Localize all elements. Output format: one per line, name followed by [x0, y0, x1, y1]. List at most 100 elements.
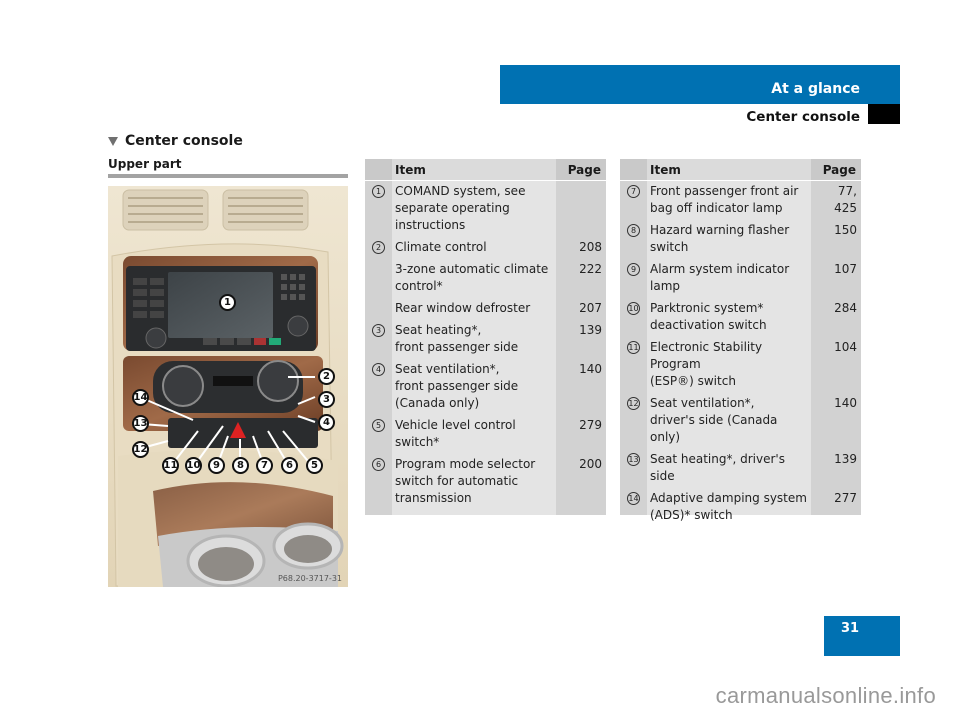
figure-code: P68.20-3717-31	[277, 574, 342, 583]
callout-10: 10	[185, 457, 202, 474]
callout-3: 3	[318, 391, 335, 408]
callout-5: 5	[306, 457, 323, 474]
row-number: 13	[620, 451, 647, 485]
table-row: 13 Seat heating*, driver's side 139	[620, 451, 861, 490]
row-item: Seat ventilation*, driver's side (Canada…	[650, 396, 778, 444]
row-number: 9	[620, 261, 647, 295]
circled-number-icon: 8	[627, 224, 640, 237]
header-item: Item	[650, 163, 681, 177]
circled-number-icon: 14	[627, 492, 640, 505]
table-row: 8 Hazard warning flasher switch 150	[620, 222, 861, 261]
header-item: Item	[395, 163, 426, 177]
table-row: 11 Electronic Stability Program (ESP®) sw…	[620, 339, 861, 395]
row-page: 104	[834, 340, 857, 354]
table-row: 3 Seat heating*, front passenger side 139	[365, 322, 606, 361]
row-page: 277	[834, 491, 857, 505]
row-item: Front passenger front air bag off indica…	[650, 184, 799, 215]
row-item: 3-zone automatic climate control*	[395, 262, 549, 293]
callout-9: 9	[208, 457, 225, 474]
circled-number-icon: 13	[627, 453, 640, 466]
table-row: Rear window defroster 207	[365, 300, 606, 322]
row-item: Vehicle level control switch*	[395, 418, 516, 449]
circled-number-icon: 11	[627, 341, 640, 354]
row-number: 2	[365, 239, 392, 256]
row-page: 222	[579, 262, 602, 276]
circled-number-icon: 6	[372, 458, 385, 471]
circled-number-icon: 3	[372, 324, 385, 337]
row-item: Hazard warning flasher switch	[650, 223, 790, 254]
row-item: Parktronic system* deactivation switch	[650, 301, 767, 332]
table-row: 1 COMAND system, see separate operating i…	[365, 183, 606, 239]
row-item: Electronic Stability Program (ESP®) swit…	[650, 340, 763, 388]
row-item: COMAND system, see separate operating in…	[395, 184, 526, 232]
table-row: 3-zone automatic climate control* 222	[365, 261, 606, 300]
circled-number-icon: 4	[372, 363, 385, 376]
row-item: Seat heating*, front passenger side	[395, 323, 519, 354]
row-number: 1	[365, 183, 392, 234]
table-row: 10 Parktronic system* deactivation switch…	[620, 300, 861, 339]
row-number: 14	[620, 490, 647, 524]
table-row: 4 Seat ventilation*, front passenger side…	[365, 361, 606, 417]
row-page: 139	[579, 323, 602, 337]
subsection-rule	[108, 174, 348, 178]
callout-1: 1	[219, 294, 236, 311]
row-item: Program mode selector switch for automat…	[395, 457, 536, 505]
callout-7: 7	[256, 457, 273, 474]
row-item: Seat ventilation*, front passenger side …	[395, 362, 519, 410]
chapter-header-bar: At a glance	[500, 65, 900, 104]
section-title: Center console	[108, 133, 243, 149]
row-number	[365, 261, 392, 295]
section-header: Center console	[746, 109, 860, 125]
row-page: 284	[834, 301, 857, 315]
row-number: 10	[620, 300, 647, 334]
row-item: Adaptive damping system (ADS)* switch	[650, 491, 807, 522]
section-marker	[868, 104, 900, 124]
table-row: 12 Seat ventilation*, driver's side (Cana…	[620, 395, 861, 451]
callout-8: 8	[232, 457, 249, 474]
row-page	[556, 183, 606, 234]
row-page: 77, 425	[834, 184, 857, 215]
row-item: Climate control	[395, 240, 487, 254]
row-number: 6	[365, 456, 392, 507]
row-number: 8	[620, 222, 647, 256]
watermark: carmanualsonline.info	[715, 683, 936, 708]
section-title-text: Center console	[125, 133, 243, 149]
console-drawing	[108, 186, 348, 587]
callout-4: 4	[318, 414, 335, 431]
callout-14: 14	[132, 389, 149, 406]
row-number: 12	[620, 395, 647, 446]
circled-number-icon: 12	[627, 397, 640, 410]
table-header: Item Page	[620, 159, 861, 181]
subsection-title: Upper part	[108, 157, 182, 171]
triangle-down-icon	[108, 136, 118, 146]
table-row: 5 Vehicle level control switch* 279	[365, 417, 606, 456]
row-page: 107	[834, 262, 857, 276]
center-console-illustration: 1 2 3 4 5 6 7 8 9 10 11 12 13 14 P68.20-…	[108, 186, 348, 587]
row-number: 4	[365, 361, 392, 412]
row-page: 208	[579, 240, 602, 254]
row-number: 5	[365, 417, 392, 451]
circled-number-icon: 5	[372, 419, 385, 432]
table-row: 14 Adaptive damping system (ADS)* switch 2…	[620, 490, 861, 529]
chapter-title: At a glance	[771, 81, 860, 97]
row-page: 140	[579, 362, 602, 376]
row-page: 207	[579, 301, 602, 315]
row-page: 279	[579, 418, 602, 432]
items-table-right: Item Page 7 Front passenger front air bag…	[620, 159, 861, 522]
callout-13: 13	[132, 415, 149, 432]
callout-2: 2	[318, 368, 335, 385]
header-page: Page	[567, 163, 601, 177]
row-page: 140	[834, 396, 857, 410]
table-rows: 7 Front passenger front air bag off indic…	[620, 183, 861, 529]
callout-11: 11	[162, 457, 179, 474]
row-page: 139	[834, 452, 857, 466]
row-item: Seat heating*, driver's side	[650, 452, 785, 483]
table-rows: 1 COMAND system, see separate operating i…	[365, 183, 606, 512]
circled-number-icon: 9	[627, 263, 640, 276]
table-header: Item Page	[365, 159, 606, 181]
row-item: Alarm system indicator lamp	[650, 262, 790, 293]
row-number: 7	[620, 183, 647, 217]
circled-number-icon: 1	[372, 185, 385, 198]
callout-6: 6	[281, 457, 298, 474]
circled-number-icon: 10	[627, 302, 640, 315]
